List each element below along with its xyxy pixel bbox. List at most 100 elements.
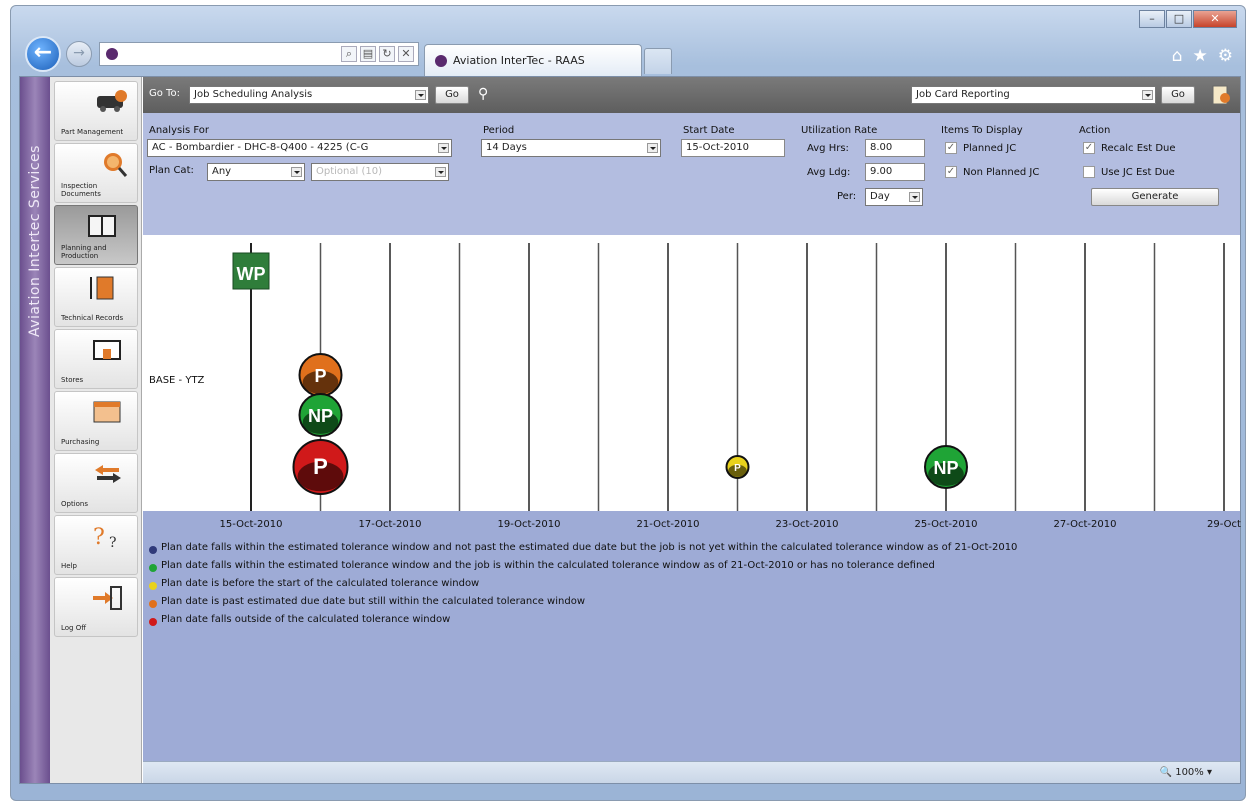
go-button[interactable]: Go (435, 86, 469, 104)
gear-icon[interactable]: ⚙ (1218, 46, 1233, 66)
tab-raas[interactable]: Aviation InterTec - RAAS (424, 44, 642, 76)
report-value: Job Card Reporting (916, 89, 1010, 100)
job-marker[interactable]: WP (232, 252, 270, 290)
marker-label: WP (237, 264, 266, 284)
report-select[interactable]: Job Card Reporting (911, 86, 1156, 104)
zoom-value: 100% (1175, 767, 1204, 778)
sidebar-item-technical-records[interactable]: Technical Records (54, 267, 138, 327)
sidebar-item-inspection-documents[interactable]: Inspection Documents (54, 143, 138, 203)
help-icon: ?? (93, 525, 117, 550)
job-marker[interactable]: NP (924, 445, 968, 489)
sidebar-item-purchasing[interactable]: Purchasing (54, 391, 138, 451)
usejc-checkbox[interactable] (1083, 166, 1095, 178)
x-tick-label: 15-Oct-2010 (219, 519, 283, 530)
app-area: Aviation Intertec Services Part Manageme… (19, 76, 1241, 784)
sidebar-item-label: Part Management (61, 128, 124, 136)
x-tick-label: 23-Oct-2010 (775, 519, 839, 530)
goto-select[interactable]: Job Scheduling Analysis (189, 86, 429, 104)
go-report-button[interactable]: Go (1161, 86, 1195, 104)
browser-tools: ⌂ ★ ⚙ (1172, 46, 1233, 66)
sidebar-item-label: Log Off (61, 624, 87, 632)
job-marker[interactable]: P (725, 455, 750, 479)
close-button[interactable]: ✕ (1193, 10, 1237, 28)
binoculars-icon[interactable]: ⚲ (478, 86, 488, 102)
action-label: Action (1079, 125, 1111, 136)
status-bar: 🔍 100% ▾ (143, 761, 1240, 783)
chevron-down-icon (1142, 90, 1153, 100)
refresh-icon[interactable]: ↻ (379, 46, 395, 62)
site-favicon-icon (106, 48, 118, 60)
sidebar-item-log-off[interactable]: Log Off (54, 577, 138, 637)
planned-checkbox[interactable]: ✓ (945, 142, 957, 154)
report-icon[interactable] (1210, 84, 1232, 106)
maximize-button[interactable]: □ (1166, 10, 1192, 28)
stop-icon[interactable]: ✕ (398, 46, 414, 62)
browser-window: – □ ✕ ← → ⌕ ▤ ↻ ✕ Aviation InterTec - RA… (10, 5, 1246, 801)
address-bar[interactable]: ⌕ ▤ ↻ ✕ (99, 42, 419, 66)
search-icon[interactable]: ⌕ (341, 46, 357, 62)
sidebar-item-label: Options (61, 500, 89, 508)
sidebar: Part Management Inspection Documents Pla… (50, 77, 142, 783)
stores-icon (93, 340, 121, 360)
legend-item: Plan date falls within the estimated tol… (149, 542, 1017, 560)
avg-ldg-label: Avg Ldg: (807, 167, 851, 178)
chevron-down-icon (438, 143, 449, 153)
period-select[interactable]: 14 Days (481, 139, 661, 157)
sidebar-item-options[interactable]: Options (54, 453, 138, 513)
legend-item: Plan date is before the start of the cal… (149, 578, 1017, 596)
marker-label: P (314, 366, 326, 386)
job-marker[interactable]: NP (298, 393, 343, 437)
tab-favicon-icon (435, 54, 447, 67)
home-icon[interactable]: ⌂ (1172, 46, 1183, 66)
favorites-star-icon[interactable]: ★ (1193, 46, 1208, 66)
optional-select: Optional (10) (311, 163, 449, 181)
sidebar-item-label: Inspection Documents (61, 182, 101, 198)
period-value: 14 Days (486, 142, 527, 153)
toolbar: Go To: Job Scheduling Analysis Go ⚲ Job … (143, 77, 1240, 113)
title-bar: – □ ✕ ← → ⌕ ▤ ↻ ✕ Aviation InterTec - RA… (11, 6, 1245, 76)
zoom-level[interactable]: 🔍 100% ▾ (1160, 767, 1212, 778)
x-tick-label: 21-Oct-2010 (636, 519, 700, 530)
x-axis: 15-Oct-2010 17-Oct-2010 19-Oct-2010 21-Oct-… (143, 511, 1241, 541)
chevron-down-icon (909, 192, 920, 202)
book-icon (88, 215, 116, 237)
filter-form: Analysis For AC - Bombardier - DHC-8-Q40… (143, 113, 1240, 235)
generate-button[interactable]: Generate (1091, 188, 1219, 206)
svg-text:?: ? (109, 535, 117, 550)
tab-title: Aviation InterTec - RAAS (453, 54, 585, 67)
avg-hrs-label: Avg Hrs: (807, 143, 849, 154)
per-select[interactable]: Day (865, 188, 923, 206)
job-marker[interactable]: P (292, 439, 349, 495)
start-date-input[interactable]: 15-Oct-2010 (681, 139, 785, 157)
new-tab-button[interactable] (644, 48, 672, 74)
forward-button[interactable]: → (66, 41, 92, 67)
analysis-value: AC - Bombardier - DHC-8-Q400 - 4225 (C-G (152, 142, 369, 153)
avg-hrs-input[interactable]: 8.00 (865, 139, 925, 157)
brand-strip: Aviation Intertec Services (20, 77, 50, 783)
legend-text: Plan date is past estimated due date but… (161, 596, 585, 607)
sidebar-item-help[interactable]: ?? Help (54, 515, 138, 575)
avg-ldg-input[interactable]: 9.00 (865, 163, 925, 181)
analysis-select[interactable]: AC - Bombardier - DHC-8-Q400 - 4225 (C-G (147, 139, 452, 157)
per-label: Per: (837, 191, 857, 202)
back-button[interactable]: ← (25, 36, 61, 72)
sidebar-item-planning-production[interactable]: Planning and Production (54, 205, 138, 265)
marker-label: NP (308, 406, 333, 426)
legend: Plan date falls within the estimated tol… (149, 542, 1017, 632)
items-display-label: Items To Display (941, 125, 1023, 136)
marker-label: P (734, 463, 741, 474)
per-value: Day (870, 191, 890, 202)
job-marker[interactable]: P (298, 353, 343, 397)
planned-label: Planned JC (963, 143, 1017, 154)
minimize-button[interactable]: – (1139, 10, 1165, 28)
utilization-label: Utilization Rate (801, 125, 878, 136)
sidebar-item-stores[interactable]: Stores (54, 329, 138, 389)
window-controls: – □ ✕ (1138, 10, 1237, 28)
analysis-label: Analysis For (149, 125, 210, 136)
nonplanned-checkbox[interactable]: ✓ (945, 166, 957, 178)
recalc-checkbox[interactable]: ✓ (1083, 142, 1095, 154)
plancat-select[interactable]: Any (207, 163, 305, 181)
sidebar-item-part-management[interactable]: Part Management (54, 81, 138, 141)
compat-view-icon[interactable]: ▤ (360, 46, 376, 62)
sidebar-item-label: Help (61, 562, 77, 570)
